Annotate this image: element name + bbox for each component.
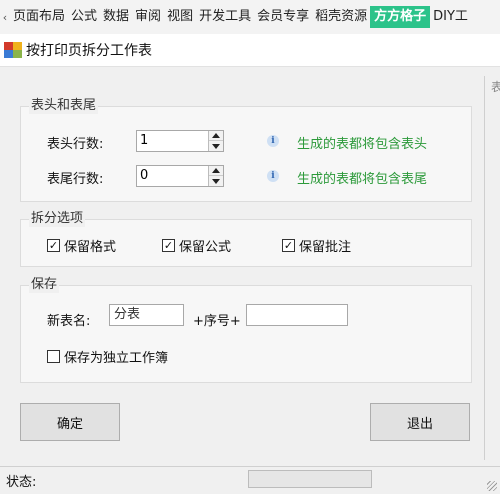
keep-comment-label: 保留批注	[299, 240, 352, 255]
header-rows-label: 表头行数:	[47, 137, 104, 152]
tab-diy[interactable]: DIY工	[430, 6, 471, 28]
dialog-title: 按打印页拆分工作表	[26, 43, 152, 59]
suffix-input[interactable]	[246, 304, 348, 326]
keep-format-check-icon[interactable]: ✓	[47, 239, 60, 252]
exit-button[interactable]: 退出	[370, 403, 470, 441]
keep-comment-check-icon[interactable]: ✓	[282, 239, 295, 252]
ok-button[interactable]: 确定	[20, 403, 120, 441]
scroll-left-icon[interactable]: ‹	[0, 11, 10, 24]
tab-review[interactable]: 审阅	[132, 6, 164, 28]
header-rows-value[interactable]: 1	[140, 133, 148, 148]
save-as-workbook-label: 保存为独立工作簿	[64, 351, 169, 366]
header-rows-up-icon[interactable]	[209, 131, 223, 141]
tab-docer[interactable]: 稻壳资源	[312, 6, 370, 28]
status-label: 状态:	[6, 475, 37, 490]
new-name-label: 新表名:	[47, 314, 91, 329]
keep-formula-check-icon[interactable]: ✓	[162, 239, 175, 252]
side-panel-label: 表	[491, 80, 500, 94]
tab-developer[interactable]: 开发工具	[196, 6, 254, 28]
tab-member[interactable]: 会员专享	[254, 6, 312, 28]
status-bar: 状态:	[0, 466, 500, 494]
tab-formulas[interactable]: 公式	[68, 6, 100, 28]
footer-info-icon: i	[267, 170, 279, 182]
tab-fangfang[interactable]: 方方格子	[370, 6, 431, 28]
footer-rows-label: 表尾行数:	[47, 172, 104, 187]
save-group-title: 保存	[29, 277, 60, 293]
progress-bar	[248, 470, 372, 488]
tab-view[interactable]: 视图	[164, 6, 196, 28]
save-as-workbook-box[interactable]	[47, 350, 60, 363]
resize-grip-icon[interactable]	[487, 481, 497, 491]
keep-formula-label: 保留公式	[179, 240, 232, 255]
keep-formula-checkbox[interactable]: ✓ 保留公式	[162, 236, 231, 255]
sequence-label: +序号+	[193, 314, 241, 329]
app-logo-icon	[4, 42, 22, 58]
tab-page-layout[interactable]: 页面布局	[10, 6, 68, 28]
footer-hint: 生成的表都将包含表尾	[297, 172, 428, 187]
save-as-workbook-checkbox[interactable]: 保存为独立工作簿	[47, 347, 168, 366]
keep-format-label: 保留格式	[64, 240, 117, 255]
save-group: 保存 新表名: 分表 +序号+ 保存为独立工作簿	[20, 277, 472, 383]
footer-rows-stepper[interactable]: 0	[136, 165, 224, 187]
side-panel: 表	[484, 76, 500, 460]
header-hint: 生成的表都将包含表头	[297, 137, 428, 152]
split-options-group: 拆分选项 ✓ 保留格式 ✓ 保留公式 ✓ 保留批注	[20, 211, 472, 267]
header-footer-group: 表头和表尾 表头行数: 1 i 生成的表都将包含表头 表尾行数: 0 i 生成的…	[20, 98, 472, 202]
ribbon-tab-bar: ‹ 页面布局 公式 数据 审阅 视图 开发工具 会员专享 稻壳资源 方方格子 D…	[0, 0, 500, 35]
keep-format-checkbox[interactable]: ✓ 保留格式	[47, 236, 116, 255]
footer-rows-down-icon[interactable]	[209, 176, 223, 186]
new-name-input[interactable]: 分表	[109, 304, 184, 326]
keep-comment-checkbox[interactable]: ✓ 保留批注	[282, 236, 351, 255]
dialog-titlebar: 按打印页拆分工作表	[0, 34, 500, 67]
header-rows-stepper[interactable]: 1	[136, 130, 224, 152]
tab-data[interactable]: 数据	[100, 6, 132, 28]
footer-rows-up-icon[interactable]	[209, 166, 223, 176]
header-rows-down-icon[interactable]	[209, 141, 223, 151]
split-options-group-title: 拆分选项	[29, 211, 86, 227]
header-info-icon: i	[267, 135, 279, 147]
footer-rows-value[interactable]: 0	[140, 168, 148, 183]
header-footer-group-title: 表头和表尾	[29, 98, 99, 114]
